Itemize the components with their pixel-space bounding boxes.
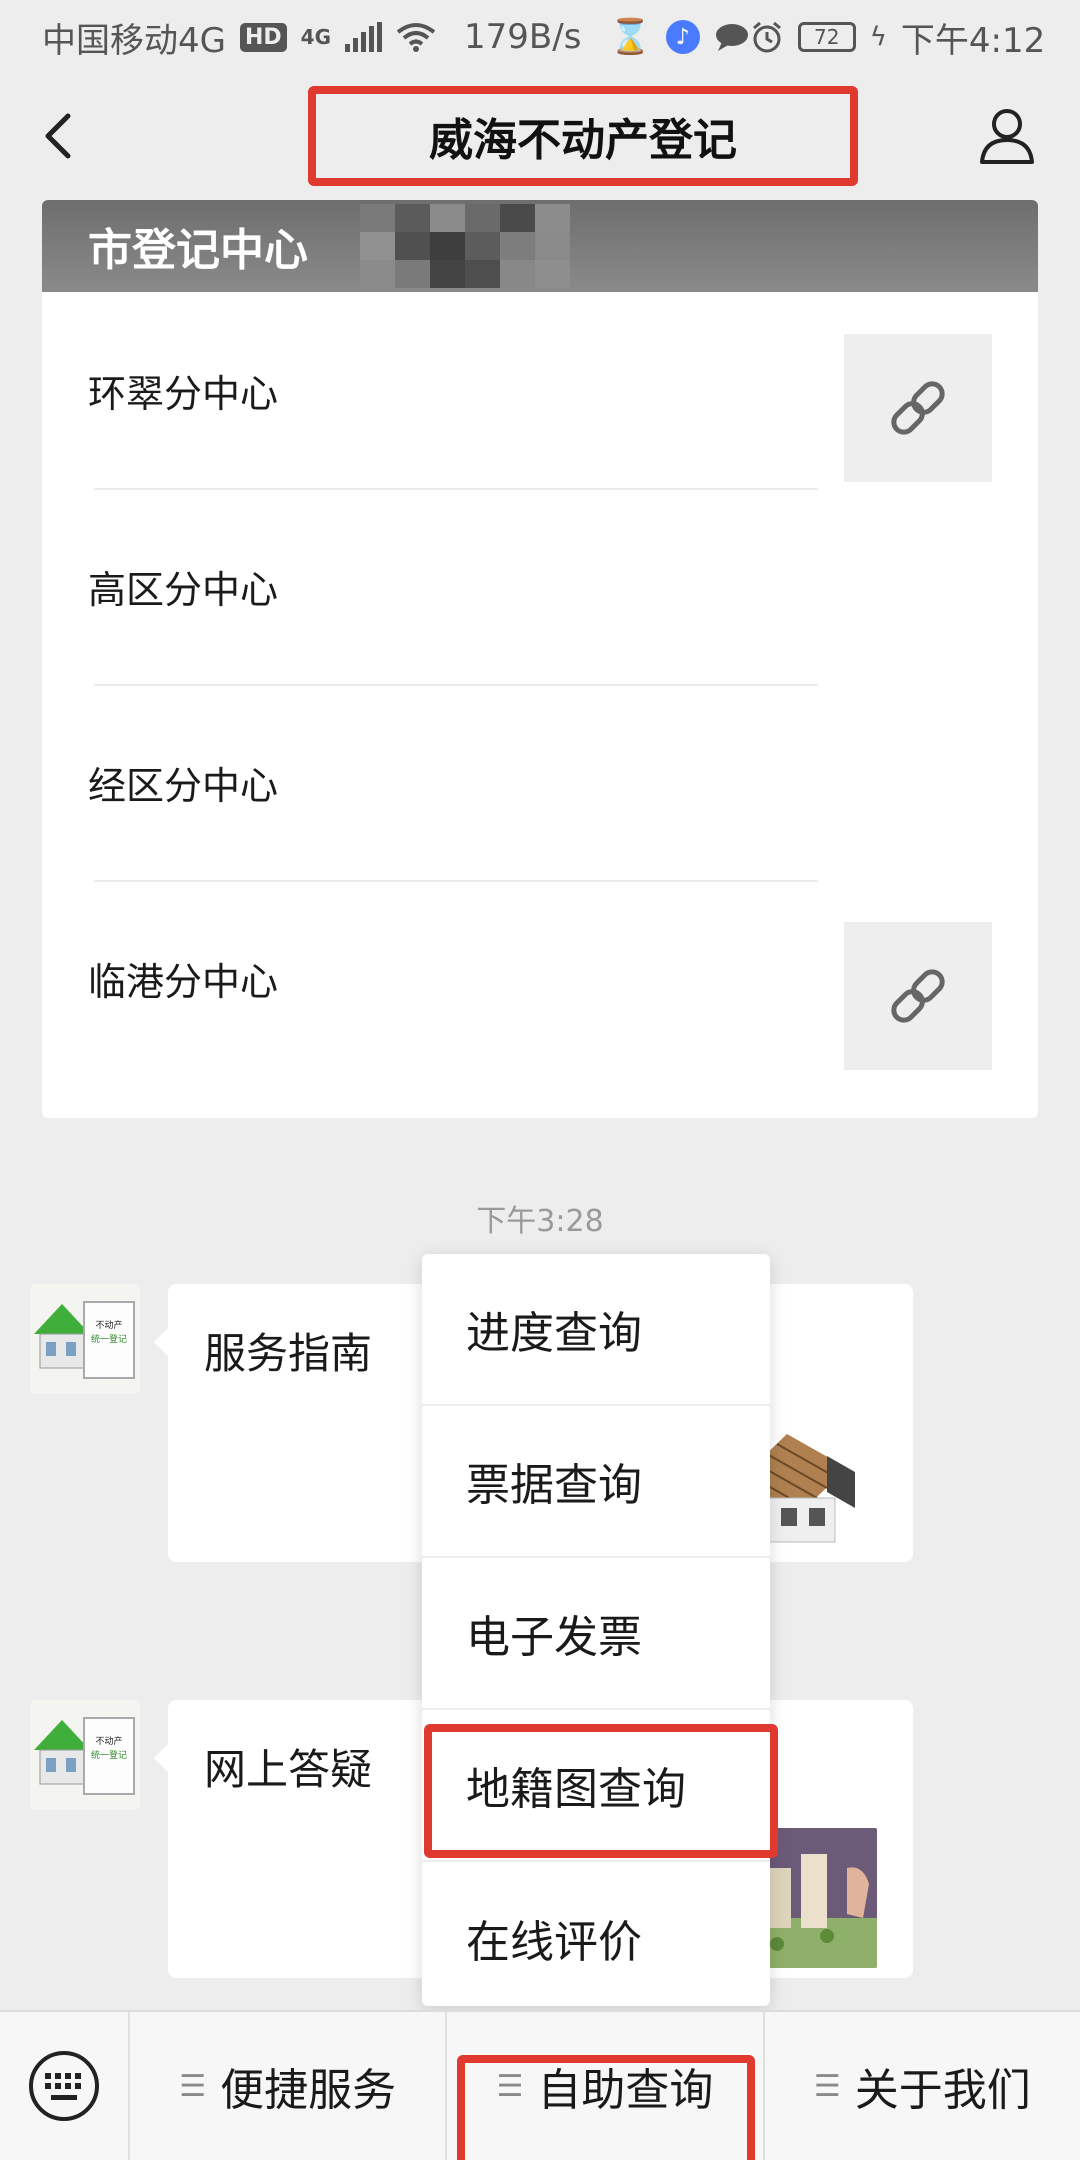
menu-item-label: 进度查询 <box>466 1308 642 1359</box>
status-bar: 中国移动4G HD 4G 179B/s ⌛ ♪ 72 ϟ 下午4:12 <box>0 0 1080 74</box>
list-item-huancui[interactable]: 环翠分中心 <box>42 292 1038 488</box>
alarm-icon <box>752 21 781 53</box>
carrier-name: 中国移动4G <box>42 20 226 61</box>
net-speed: 179B/s <box>464 17 582 57</box>
keyboard-toggle-button[interactable] <box>0 2011 130 2160</box>
page-title: 威海不动产登记 <box>429 115 737 166</box>
bottom-menu-convenient-services[interactable]: ☰ 便捷服务 <box>130 2011 448 2160</box>
list-item-label: 环翠分中心 <box>88 371 279 416</box>
back-arrow-icon[interactable] <box>30 104 94 168</box>
status-bar-right: 72 ϟ 下午4:12 <box>750 13 1046 62</box>
signal-icon <box>345 22 383 52</box>
battery-icon: 72 <box>797 22 856 52</box>
avatar-caption: 不动产 <box>95 1319 122 1331</box>
wechat-official-account-page: 中国移动4G HD 4G 179B/s ⌛ ♪ 72 ϟ 下午4:12 威海不动… <box>0 0 1080 2160</box>
avatar-caption: 统一登记 <box>91 1333 127 1345</box>
message-title: 服务指南 <box>204 1329 373 1378</box>
card-banner: 市登记中心 <box>42 200 1038 292</box>
message-title: 网上答疑 <box>204 1745 373 1794</box>
menu-lines-icon: ☰ <box>496 2068 524 2104</box>
link-icon <box>891 381 945 435</box>
banner-text: 市登记中心 <box>88 225 308 276</box>
keyboard-icon <box>29 2051 99 2121</box>
self-service-submenu: 进度查询 票据查询 电子发票 地籍图查询 在线评价 <box>422 1254 778 2006</box>
profile-icon[interactable] <box>974 102 1040 168</box>
clock-time: 下午4:12 <box>900 20 1046 61</box>
bottom-menu-about-us[interactable]: ☰ 关于我们 <box>765 2011 1080 2160</box>
menu-item-online-rating[interactable]: 在线评价 <box>422 1862 770 2014</box>
menu-lines-icon: ☰ <box>179 2068 207 2104</box>
link-icon <box>891 969 945 1023</box>
link-thumbnail[interactable] <box>844 334 992 482</box>
link-thumbnail[interactable] <box>844 922 992 1070</box>
menu-item-label: 电子发票 <box>466 1612 642 1663</box>
list-item-label: 经区分中心 <box>88 763 279 808</box>
menu-item-label: 地籍图查询 <box>466 1764 686 1815</box>
bottom-menu-self-service-query[interactable]: ☰ 自助查询 <box>447 2011 765 2160</box>
music-icon: ♪ <box>665 20 700 54</box>
avatar[interactable]: 不动产 统一登记 <box>30 1284 140 1394</box>
avatar[interactable]: 不动产 统一登记 <box>30 1700 140 1810</box>
list-item-jingqu[interactable]: 经区分中心 <box>42 684 1038 880</box>
pixelated-mosaic <box>360 204 570 288</box>
bottom-menu-label: 便捷服务 <box>220 2065 397 2116</box>
nav-bar: 威海不动产登记 <box>0 74 1080 204</box>
network-type: 4G <box>300 25 332 49</box>
menu-item-cadastral-map-query[interactable]: 地籍图查询 <box>422 1710 778 1862</box>
menu-item-progress-query[interactable]: 进度查询 <box>422 1254 770 1406</box>
wifi-icon <box>396 23 436 52</box>
hd-badge: HD <box>239 22 287 52</box>
bottom-menu-bar: ☰ 便捷服务 ☰ 自助查询 ☰ 关于我们 <box>0 2010 1080 2160</box>
list-item-lingang[interactable]: 临港分中心 <box>42 880 1038 1076</box>
list-item-label: 临港分中心 <box>88 959 279 1004</box>
title-highlight-box: 威海不动产登记 <box>308 86 858 186</box>
list-item-label: 高区分中心 <box>88 567 279 612</box>
charging-icon: ϟ <box>869 22 887 52</box>
list-item-gaoqu[interactable]: 高区分中心 <box>42 488 1038 684</box>
house-logo-icon: 不动产 统一登记 <box>30 1284 140 1394</box>
avatar-caption: 统一登记 <box>91 1749 127 1761</box>
menu-item-label: 在线评价 <box>466 1917 642 1968</box>
bottom-menu-label: 关于我们 <box>854 2065 1031 2116</box>
chat-bubble-icon <box>715 24 748 51</box>
menu-item-label: 票据查询 <box>466 1460 642 1511</box>
avatar-caption: 不动产 <box>95 1735 122 1747</box>
menu-item-receipt-query[interactable]: 票据查询 <box>422 1406 770 1558</box>
menu-item-e-invoice[interactable]: 电子发票 <box>422 1558 770 1710</box>
bottom-menu-label: 自助查询 <box>537 2065 714 2116</box>
menu-lines-icon: ☰ <box>813 2068 841 2104</box>
status-bar-left: 中国移动4G HD 4G 179B/s ⌛ ♪ <box>42 13 750 62</box>
chat-timestamp: 下午3:28 <box>476 1204 604 1239</box>
hourglass-icon: ⌛ <box>609 17 652 57</box>
article-card[interactable]: 市登记中心 环翠分中心 高区分中心 经区分中心 临港分中心 <box>42 200 1038 1118</box>
house-logo-icon: 不动产 统一登记 <box>30 1700 140 1810</box>
